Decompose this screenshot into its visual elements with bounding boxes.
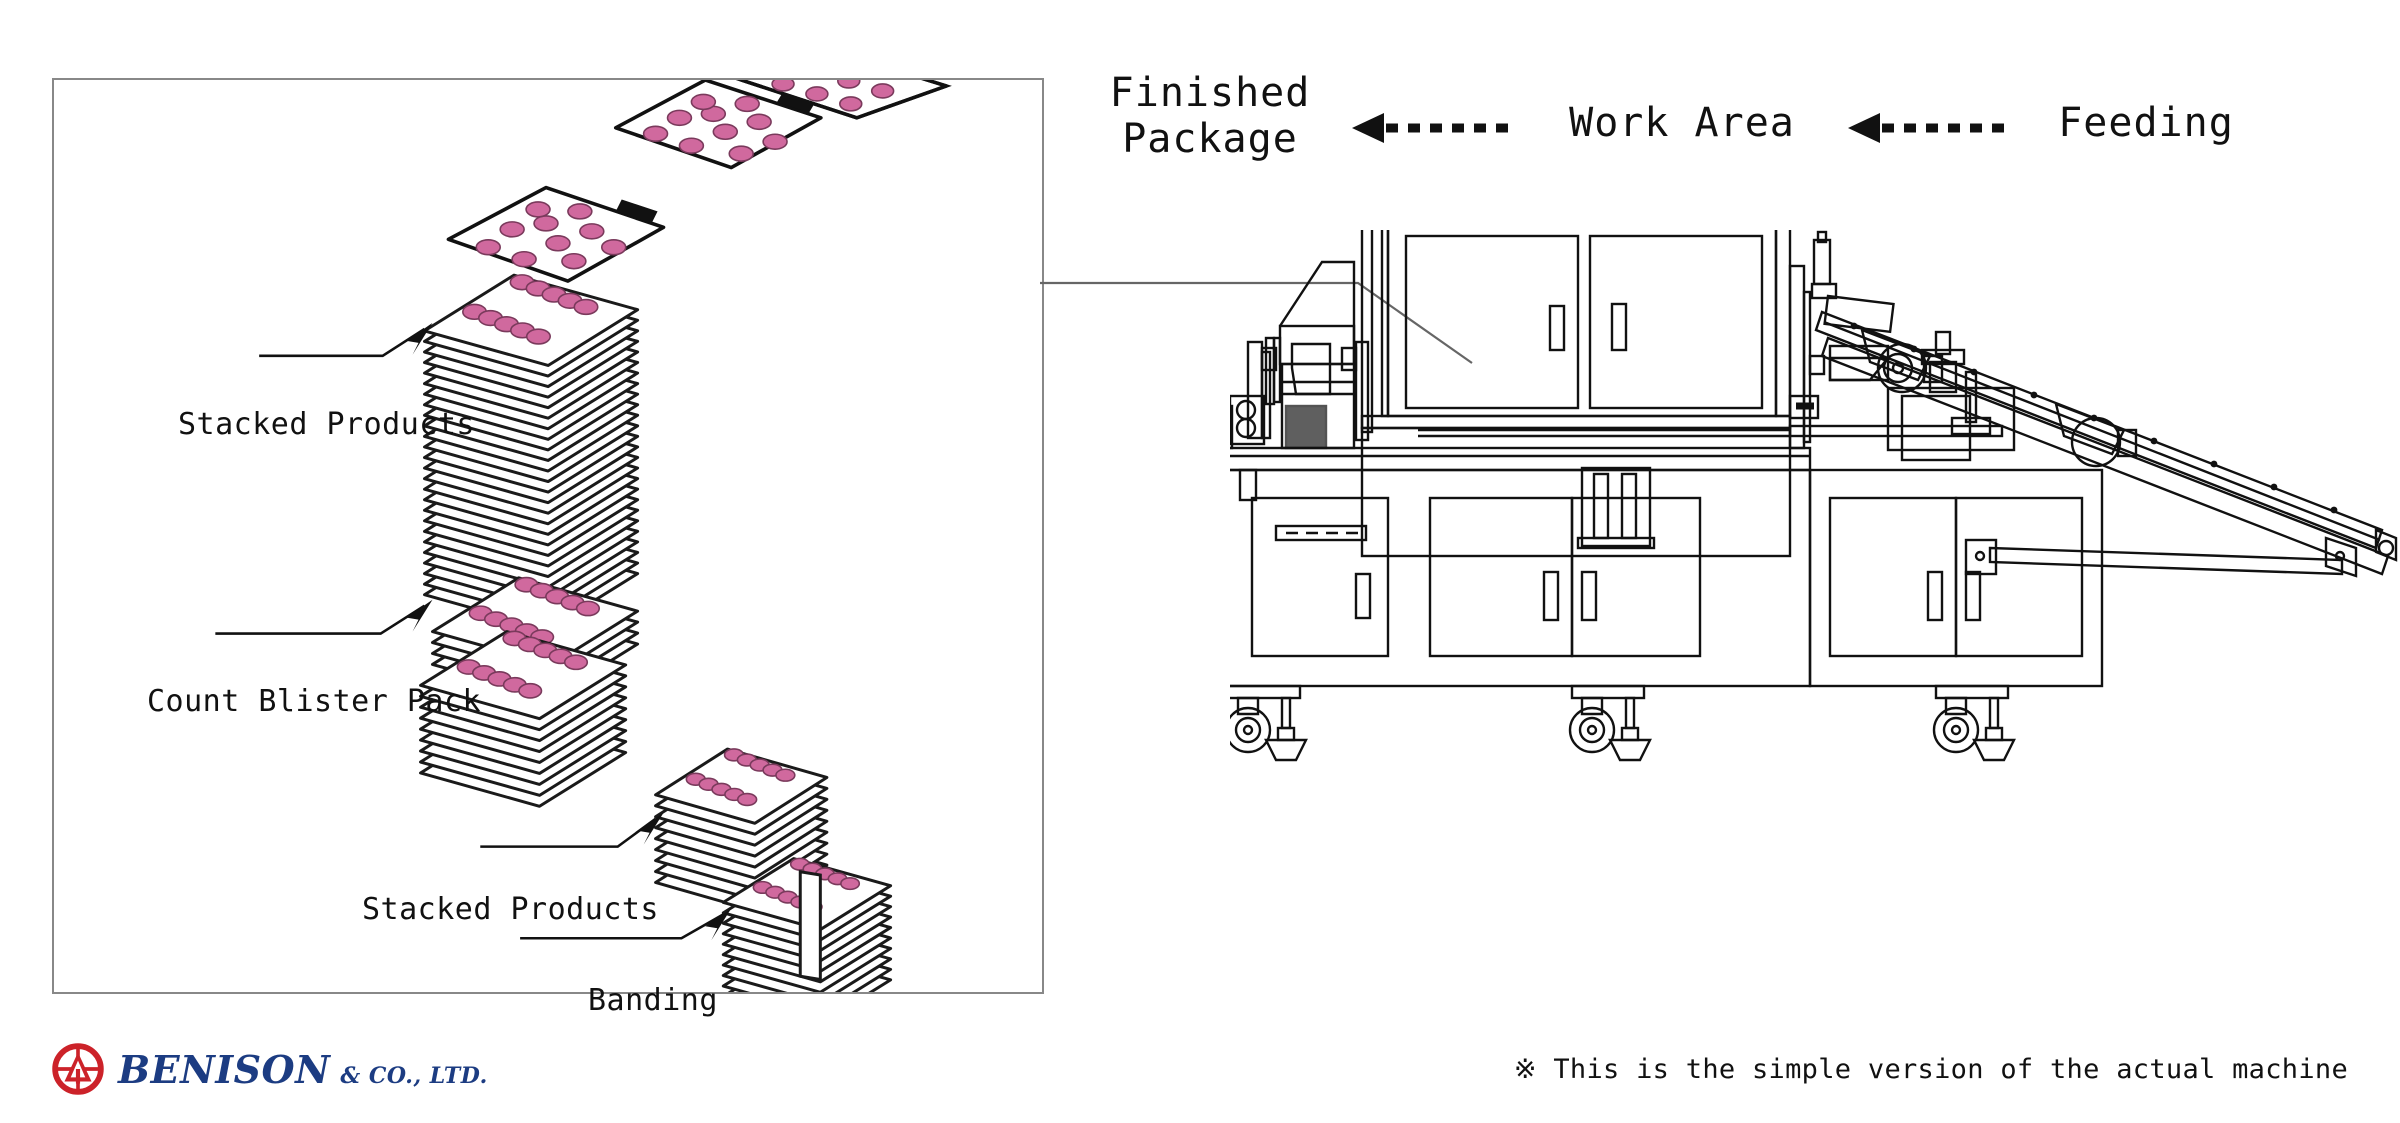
lower-cabinet-main (1230, 468, 1812, 688)
glass-panel-left (1404, 234, 1580, 410)
label-count-blister-pack: Count Blister Pack (147, 684, 482, 719)
door-handle-upper-left (1548, 304, 1566, 352)
process-flow-header: Finished Package Work Area Feeding (1080, 50, 2380, 190)
tall-product-stack (423, 273, 640, 631)
door-handle-4 (1926, 570, 1944, 622)
left-arrow-icon-finished (1352, 113, 1518, 143)
lower-cabinet-right (1808, 468, 2104, 688)
footer-disclaimer-note: ※ This is the simple version of the actu… (1513, 1054, 2348, 1085)
benison-emblem-icon (52, 1043, 104, 1095)
product-flow-illustration (215, 80, 952, 992)
left-arrow-icon-feeding (1848, 113, 2004, 143)
flow-label-work-area: Work Area (1569, 100, 1795, 146)
flow-label-feeding: Feeding (2058, 100, 2234, 146)
flow-label-finished-package: Finished Package (1109, 70, 1311, 162)
cabinet-door-5 (1954, 496, 2084, 658)
diagram-canvas: Stacked Products Count Blister Pack Stac… (0, 0, 2400, 1123)
casters-and-feet (1230, 684, 2016, 762)
door-handle-upper-right (1610, 302, 1628, 352)
label-stacked-products-bottom: Stacked Products (362, 892, 659, 927)
leveling-foot-3 (1972, 738, 2016, 762)
logo-company-suffix: & CO., LTD. (340, 1062, 488, 1089)
machine-elevation-view (1230, 230, 2398, 762)
door-handle-5 (1964, 570, 1982, 622)
logo-company-name: BENISON (118, 1046, 331, 1092)
glass-panel-right (1588, 234, 1764, 410)
machine-drawing (1230, 230, 2400, 960)
door-handle-1 (1354, 572, 1372, 620)
logo-wordmark: BENISON & CO., LTD. (118, 1047, 488, 1092)
leveling-foot-2 (1608, 738, 1652, 762)
leveling-foot-1 (1264, 738, 1308, 762)
label-stacked-products-top: Stacked Products (178, 407, 475, 442)
product-flow-panel: Stacked Products Count Blister Pack Stac… (52, 78, 1044, 1018)
cabinet-door-1 (1250, 496, 1390, 658)
base-platform (1230, 446, 1812, 472)
door-handle-2 (1542, 570, 1560, 622)
door-handle-3 (1580, 570, 1598, 622)
transfer-box (1886, 330, 2016, 462)
banding-strap (798, 869, 822, 982)
loose-blister-pack-group (446, 80, 952, 283)
left-mechanism (1230, 260, 1370, 450)
cabinet-door-4 (1828, 496, 1958, 658)
company-logo: BENISON & CO., LTD. (52, 1038, 488, 1100)
label-banding: Banding (588, 983, 718, 1018)
cabinet-door-2 (1428, 496, 1574, 658)
internal-column (1576, 466, 1656, 550)
upper-enclosure (1360, 230, 1792, 558)
